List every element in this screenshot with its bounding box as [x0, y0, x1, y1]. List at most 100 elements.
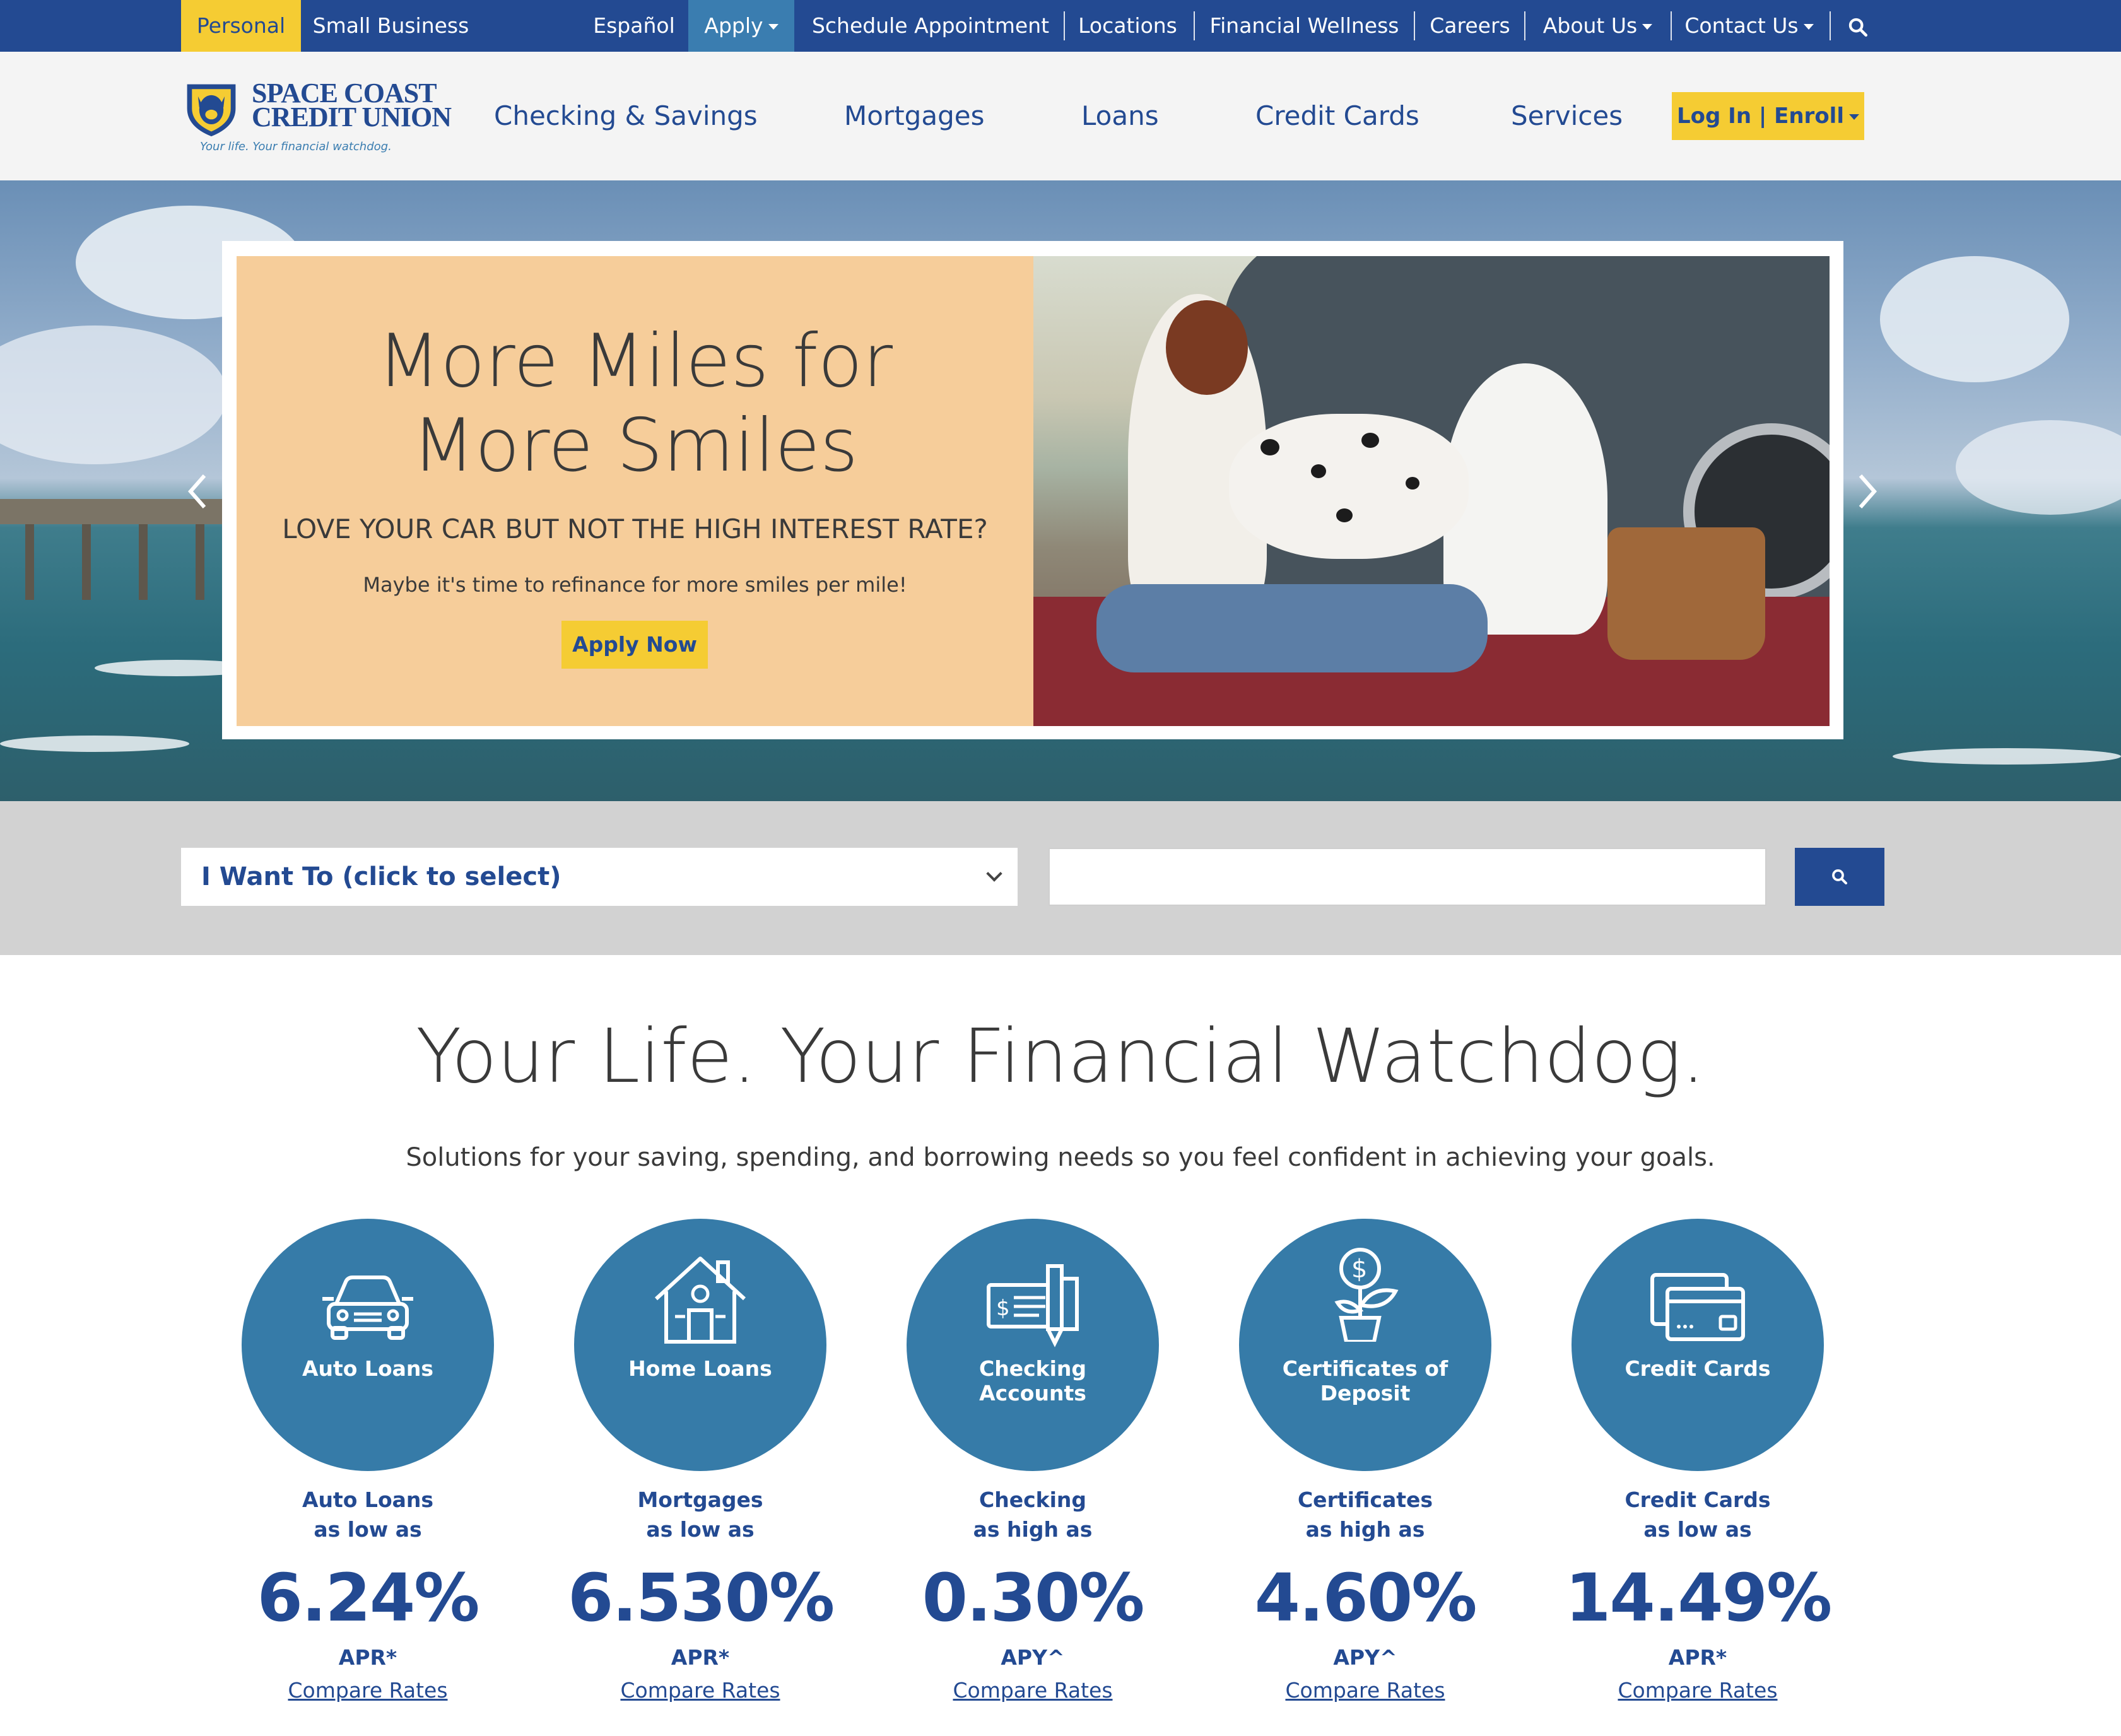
hero-carousel: More Miles for More Smiles LOVE YOUR CAR…: [0, 180, 2121, 801]
dog-spot: [1406, 477, 1419, 490]
divider: [1524, 11, 1525, 40]
wave-decoration: [0, 736, 189, 752]
i-want-to-label: I Want To (click to select): [201, 862, 561, 891]
checking-circle-link[interactable]: $ Checking Accounts: [907, 1219, 1159, 1471]
home-loans-circle-link[interactable]: Home Loans: [574, 1219, 826, 1471]
divider: [1194, 11, 1195, 40]
rate-unit: APR*: [338, 1645, 397, 1670]
search-button[interactable]: [1836, 0, 1880, 52]
chevron-down-icon: [986, 865, 1002, 882]
utility-bar: Personal Small Business Español Apply Sc…: [0, 0, 2121, 52]
chevron-left-icon: [188, 474, 206, 508]
circle-label: Checking Accounts: [978, 1356, 1087, 1405]
personal-tab[interactable]: Personal: [181, 0, 301, 52]
contact-us-label: Contact Us: [1684, 13, 1799, 38]
rate-unit: APR*: [1668, 1645, 1727, 1670]
nav-loans[interactable]: Loans: [1081, 97, 1159, 135]
product-home-loans: Home Loans Mortgages as low as 6.530% AP…: [568, 1219, 835, 1736]
dog-spot: [1260, 439, 1279, 455]
logo-name-line2: CREDIT UNION: [252, 102, 452, 132]
apply-menu[interactable]: Apply: [688, 0, 794, 52]
i-want-to-bar: I Want To (click to select): [0, 801, 2121, 955]
car-icon: [322, 1276, 413, 1340]
compare-rates-link[interactable]: Compare Rates: [235, 1678, 500, 1703]
divider: [1830, 11, 1831, 40]
svg-text:$: $: [996, 1296, 1010, 1321]
rate-qualifier: as high as: [973, 1517, 1093, 1542]
woman-hair-illustration: [1166, 300, 1248, 395]
divider: [1064, 11, 1065, 40]
pier-leg: [139, 524, 148, 600]
dog-spot: [1336, 508, 1353, 522]
carousel-prev-button[interactable]: [182, 469, 213, 520]
search-submit-button[interactable]: [1795, 848, 1884, 906]
caret-down-icon: [768, 24, 778, 30]
caret-down-icon: [1849, 114, 1859, 120]
locations-link[interactable]: Locations: [1066, 0, 1189, 52]
pier-leg: [82, 524, 91, 600]
rate-qualifier: as low as: [646, 1517, 755, 1542]
intro-headline: Your Life. Your Financial Watchdog.: [416, 1012, 1705, 1100]
compare-rates-link[interactable]: Compare Rates: [568, 1678, 833, 1703]
nav-mortgages[interactable]: Mortgages: [844, 97, 984, 135]
apply-now-button[interactable]: Apply Now: [561, 621, 708, 669]
product-certificates: $ Certificates of Deposit Certificates a…: [1233, 1219, 1498, 1736]
rate-name: Mortgages: [637, 1487, 763, 1512]
nav-credit-cards[interactable]: Credit Cards: [1255, 97, 1419, 135]
schedule-appointment-link[interactable]: Schedule Appointment: [798, 0, 1063, 52]
espanol-link[interactable]: Español: [584, 0, 684, 52]
logo[interactable]: SPACE COAST CREDIT UNION Your life. Your…: [181, 77, 452, 165]
slide-subtitle: LOVE YOUR CAR BUT NOT THE HIGH INTEREST …: [282, 513, 988, 544]
compare-rates-link[interactable]: Compare Rates: [1565, 1678, 1830, 1703]
login-enroll-button[interactable]: Log In | Enroll: [1672, 92, 1864, 140]
carousel-next-button[interactable]: [1852, 469, 1883, 520]
financial-wellness-link[interactable]: Financial Wellness: [1196, 0, 1413, 52]
svg-text:$: $: [1351, 1255, 1367, 1284]
rate-value: 14.49%: [1565, 1559, 1832, 1636]
intro-subhead: Solutions for your saving, spending, and…: [406, 1143, 1715, 1172]
watchdog-shield-icon: [187, 84, 236, 137]
contact-us-menu[interactable]: Contact Us: [1672, 0, 1826, 52]
nav-checking-savings[interactable]: Checking & Savings: [494, 97, 758, 135]
search-input[interactable]: [1049, 848, 1766, 906]
slide-photo: [1033, 256, 1830, 726]
slide-body: Maybe it's time to refinance for more sm…: [363, 573, 907, 597]
rate-name: Checking: [978, 1487, 1087, 1512]
certificates-circle-link[interactable]: $ Certificates of Deposit: [1239, 1219, 1491, 1471]
pier-leg: [196, 524, 204, 600]
search-icon: [1848, 18, 1868, 37]
rate-unit: APR*: [671, 1645, 730, 1670]
dalmatian-illustration: [1229, 414, 1469, 559]
rate-qualifier: as low as: [314, 1517, 422, 1542]
small-business-tab[interactable]: Small Business: [301, 0, 481, 52]
rate-value: 6.24%: [257, 1559, 480, 1636]
rate-value: 4.60%: [1254, 1559, 1478, 1636]
rate-name: Credit Cards: [1625, 1487, 1771, 1512]
auto-loans-circle-link[interactable]: Auto Loans: [242, 1219, 494, 1471]
compare-rates-link[interactable]: Compare Rates: [1233, 1678, 1498, 1703]
credit-cards-circle-link[interactable]: Credit Cards: [1572, 1219, 1824, 1471]
nav-services[interactable]: Services: [1511, 97, 1623, 135]
picnic-basket-illustration: [1607, 527, 1765, 660]
search-icon: [1832, 869, 1847, 884]
rate-name: Auto Loans: [302, 1487, 434, 1512]
main-header: SPACE COAST CREDIT UNION Your life. Your…: [0, 52, 2121, 180]
circle-label: Home Loans: [628, 1356, 772, 1381]
circle-label: Credit Cards: [1625, 1356, 1771, 1381]
rate-name: Certificates: [1297, 1487, 1433, 1512]
slide-title: More Miles for More Smiles: [237, 319, 1033, 488]
careers-link[interactable]: Careers: [1416, 0, 1524, 52]
compare-rates-link[interactable]: Compare Rates: [900, 1678, 1165, 1703]
pier-leg: [25, 524, 34, 600]
about-us-menu[interactable]: About Us: [1527, 0, 1669, 52]
i-want-to-select[interactable]: I Want To (click to select): [181, 848, 1018, 906]
slide-text-panel: More Miles for More Smiles LOVE YOUR CAR…: [237, 256, 1033, 726]
caret-down-icon: [1803, 24, 1814, 30]
rate-qualifier: as high as: [1305, 1517, 1425, 1542]
slide-title-line2: More Smiles: [411, 403, 859, 488]
credit-card-icon: [1650, 1273, 1745, 1341]
dog-spot: [1361, 433, 1379, 448]
slide-title-line1: More Miles for: [377, 319, 893, 404]
rate-unit: APY^: [1001, 1645, 1065, 1670]
rate-value: 6.530%: [568, 1559, 835, 1636]
